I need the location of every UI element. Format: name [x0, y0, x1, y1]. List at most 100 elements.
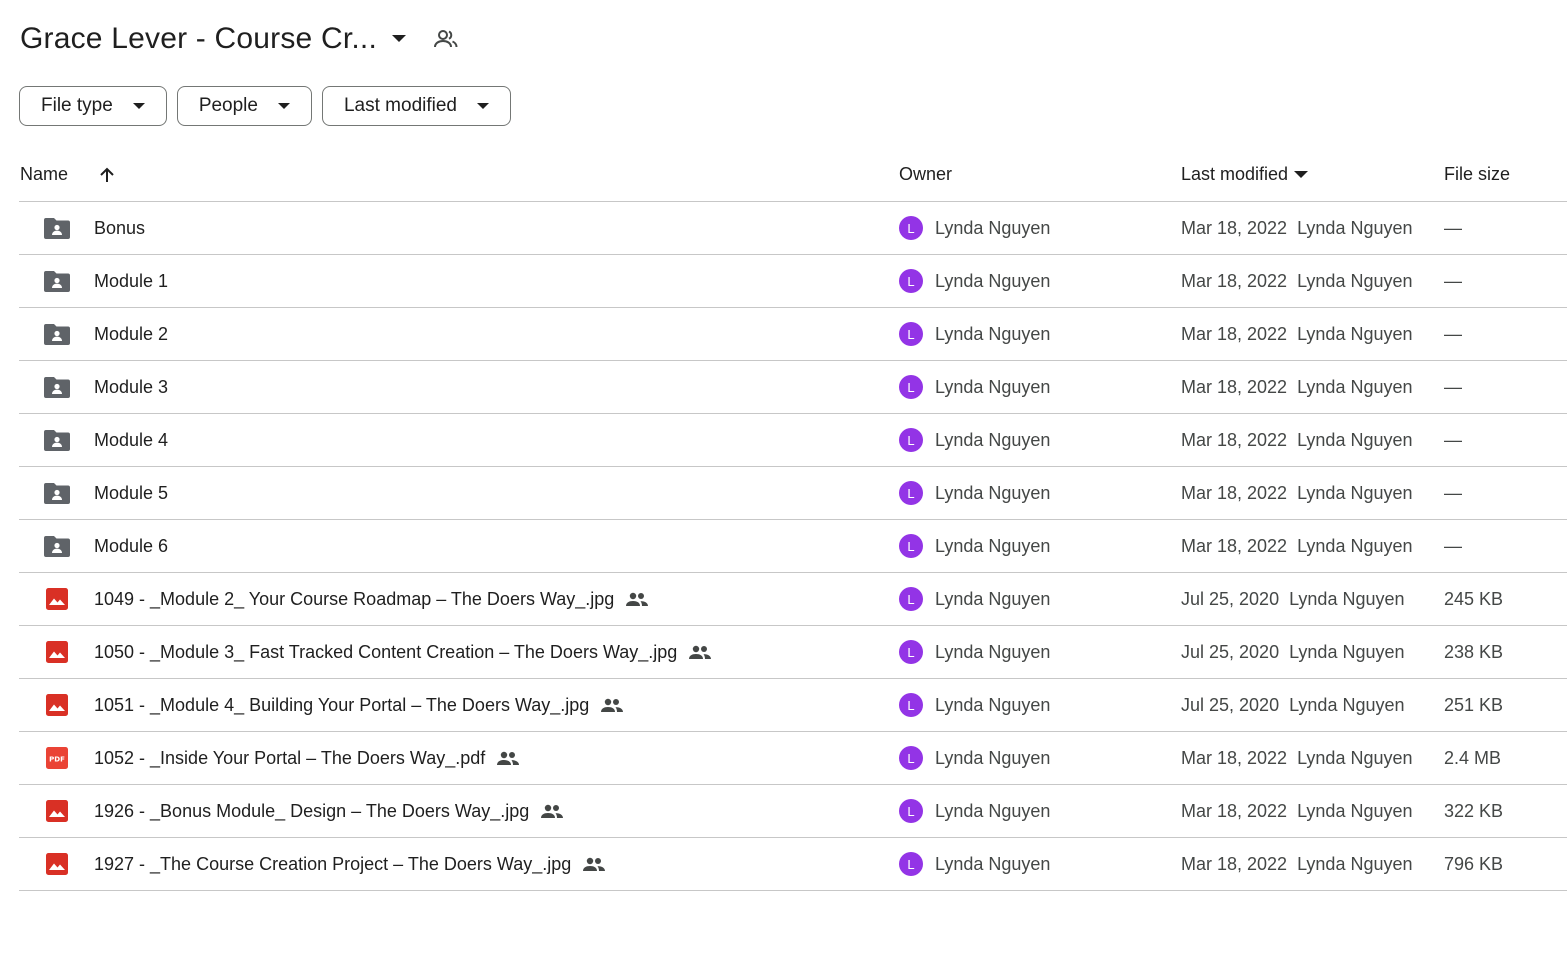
file-name: 1050 - _Module 3_ Fast Tracked Content C… — [94, 641, 678, 662]
column-name[interactable]: Name — [20, 148, 116, 201]
avatar: L — [899, 693, 923, 717]
modified-by: Lynda Nguyen — [1297, 747, 1413, 768]
pdf-icon: PDF — [43, 732, 71, 784]
column-last-modified[interactable]: Last modified — [1181, 148, 1309, 201]
modified-by: Lynda Nguyen — [1297, 800, 1413, 821]
owner-cell: L Lynda Nguyen — [899, 414, 1050, 466]
modified-by: Lynda Nguyen — [1297, 217, 1413, 238]
file-size-cell: — — [1444, 429, 1462, 450]
file-name: 1926 - _Bonus Module_ Design – The Doers… — [94, 800, 530, 821]
filter-chip-label: Last modified — [343, 95, 457, 116]
owner-name: Lynda Nguyen — [935, 482, 1051, 503]
file-name-cell[interactable]: Module 3 — [94, 361, 168, 413]
file-size-cell: 251 KB — [1444, 694, 1504, 715]
last-modified-cell: Mar 18, 2022 Lynda Nguyen — [1181, 732, 1413, 784]
column-owner[interactable]: Owner — [899, 148, 952, 201]
shared-people-icon — [541, 804, 564, 818]
table-row[interactable]: Module 4 L Lynda Nguyen Mar 18, 2022 Lynda N… — [19, 414, 1567, 467]
filter-chip-last-modified[interactable]: Last modified — [321, 86, 511, 126]
table-row[interactable]: Module 5 L Lynda Nguyen Mar 18, 2022 Lynda N… — [19, 467, 1567, 520]
owner-name: Lynda Nguyen — [935, 217, 1051, 238]
table-row[interactable]: 1049 - _Module 2_ Your Course Roadmap – … — [19, 573, 1567, 626]
owner-name: Lynda Nguyen — [935, 641, 1051, 662]
modified-date: Jul 25, 2020 — [1181, 694, 1280, 715]
owner-cell: L Lynda Nguyen — [899, 785, 1050, 837]
folder-shared-icon — [43, 467, 71, 519]
file-name-cell[interactable]: Module 4 — [94, 414, 168, 466]
avatar: L — [899, 534, 923, 558]
folder-shared-icon — [43, 414, 71, 466]
file-name: 1049 - _Module 2_ Your Course Roadmap – … — [94, 588, 615, 609]
shared-people-icon — [583, 857, 606, 871]
table-row[interactable]: PDF 1052 - _Inside Your Portal – The Doer… — [19, 732, 1567, 785]
avatar: L — [899, 587, 923, 611]
file-name-cell[interactable]: Module 5 — [94, 467, 168, 519]
table-row[interactable]: 1051 - _Module 4_ Building Your Portal –… — [19, 679, 1567, 732]
caret-down-icon — [477, 102, 489, 110]
filter-chip-people[interactable]: People — [176, 86, 312, 126]
shared-people-icon — [689, 645, 712, 659]
table-header: Name Owner Last modified File size — [19, 148, 1567, 202]
table-row[interactable]: Module 6 L Lynda Nguyen Mar 18, 2022 Lynda N… — [19, 520, 1567, 573]
table-body: Bonus L Lynda Nguyen Mar 18, 2022 Lynda Nguy… — [19, 202, 1567, 891]
caret-down-icon — [277, 102, 290, 110]
file-name-cell[interactable]: 1049 - _Module 2_ Your Course Roadmap – … — [94, 573, 649, 625]
table-row[interactable]: Module 2 L Lynda Nguyen Mar 18, 2022 Lynda N… — [19, 308, 1567, 361]
file-size-cell: 238 KB — [1444, 641, 1504, 662]
table-row[interactable]: 1926 - _Bonus Module_ Design – The Doers… — [19, 785, 1567, 838]
file-size-cell: 796 KB — [1444, 853, 1504, 874]
table-row[interactable]: 1050 - _Module 3_ Fast Tracked Content C… — [19, 626, 1567, 679]
file-name: 1051 - _Module 4_ Building Your Portal –… — [94, 694, 590, 715]
modified-date: Mar 18, 2022 — [1181, 482, 1288, 503]
folder-shared-icon — [43, 308, 71, 360]
caret-down-icon[interactable] — [1294, 170, 1309, 179]
file-name-cell[interactable]: Module 2 — [94, 308, 168, 360]
last-modified-cell: Jul 25, 2020 Lynda Nguyen — [1181, 573, 1405, 625]
column-file-size-label: File size — [1444, 164, 1511, 184]
arrow-up-icon[interactable] — [98, 166, 116, 184]
column-last-modified-label: Last modified — [1181, 164, 1289, 184]
file-size-cell: — — [1444, 376, 1462, 397]
modified-date: Mar 18, 2022 — [1181, 323, 1288, 344]
table-row[interactable]: 1927 - _The Course Creation Project – Th… — [19, 838, 1567, 891]
file-name-cell[interactable]: 1927 - _The Course Creation Project – Th… — [94, 838, 606, 890]
people-outline-icon[interactable] — [433, 26, 459, 52]
table-row[interactable]: Module 3 L Lynda Nguyen Mar 18, 2022 Lynda N… — [19, 361, 1567, 414]
file-name: Module 5 — [94, 482, 169, 503]
file-name-cell[interactable]: 1926 - _Bonus Module_ Design – The Doers… — [94, 785, 564, 837]
image-icon — [43, 838, 71, 890]
table-row[interactable]: Module 1 L Lynda Nguyen Mar 18, 2022 Lynda N… — [19, 255, 1567, 308]
owner-cell: L Lynda Nguyen — [899, 255, 1050, 307]
modified-by: Lynda Nguyen — [1297, 853, 1413, 874]
owner-cell: L Lynda Nguyen — [899, 202, 1050, 254]
file-name-cell[interactable]: 1050 - _Module 3_ Fast Tracked Content C… — [94, 626, 712, 678]
owner-cell: L Lynda Nguyen — [899, 467, 1050, 519]
last-modified-cell: Mar 18, 2022 Lynda Nguyen — [1181, 414, 1413, 466]
file-name-cell[interactable]: 1052 - _Inside Your Portal – The Doers W… — [94, 732, 520, 784]
folder-shared-icon — [43, 202, 71, 254]
last-modified-cell: Mar 18, 2022 Lynda Nguyen — [1181, 838, 1413, 890]
table-row[interactable]: Bonus L Lynda Nguyen Mar 18, 2022 Lynda Nguy… — [19, 202, 1567, 255]
caret-down-icon[interactable] — [389, 29, 409, 49]
file-size-cell: 245 KB — [1444, 588, 1504, 609]
modified-date: Mar 18, 2022 — [1181, 800, 1288, 821]
file-name: Module 3 — [94, 376, 169, 397]
owner-name: Lynda Nguyen — [935, 694, 1051, 715]
last-modified-cell: Mar 18, 2022 Lynda Nguyen — [1181, 520, 1413, 572]
column-file-size[interactable]: File size — [1444, 148, 1510, 201]
modified-date: Mar 18, 2022 — [1181, 535, 1288, 556]
file-name-cell[interactable]: Module 6 — [94, 520, 168, 572]
folder-title[interactable]: Grace Lever - Course Cr... — [20, 22, 377, 56]
modified-by: Lynda Nguyen — [1297, 376, 1413, 397]
image-icon — [43, 679, 71, 731]
file-name-cell[interactable]: 1051 - _Module 4_ Building Your Portal –… — [94, 679, 624, 731]
file-name-cell[interactable]: Bonus — [94, 202, 145, 254]
modified-date: Mar 18, 2022 — [1181, 270, 1288, 291]
filter-chip-file-type[interactable]: File type — [19, 86, 167, 126]
modified-by: Lynda Nguyen — [1289, 694, 1405, 715]
owner-cell: L Lynda Nguyen — [899, 679, 1050, 731]
file-name-cell[interactable]: Module 1 — [94, 255, 168, 307]
svg-text:PDF: PDF — [49, 756, 65, 764]
file-name: Module 4 — [94, 429, 169, 450]
modified-by: Lynda Nguyen — [1297, 429, 1413, 450]
